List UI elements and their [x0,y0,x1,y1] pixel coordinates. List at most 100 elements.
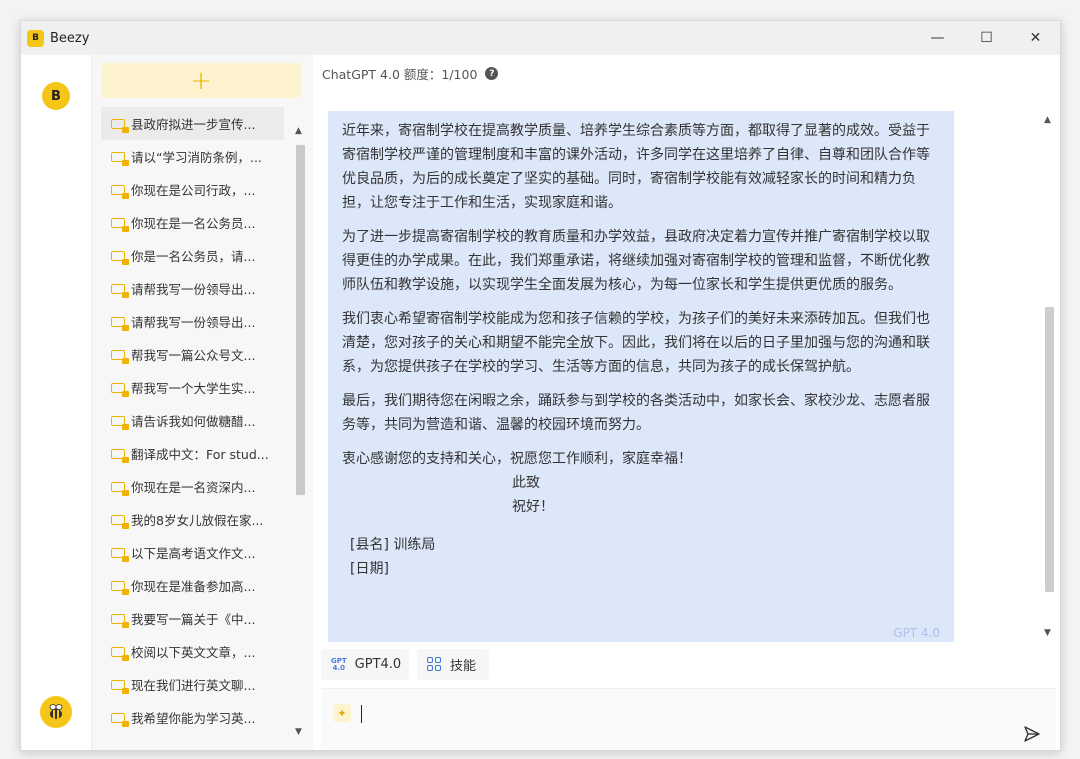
model-tag: GPT 4.0 [893,626,940,640]
send-icon[interactable] [1023,725,1041,743]
left-rail: B [21,55,91,750]
magic-wand-icon[interactable]: ✦ [333,704,351,722]
message-scrollbar[interactable]: ▲ ▼ [1042,111,1056,642]
conversation-title: 翻译成中文：For stud... [131,447,269,462]
gpt-model-icon: GPT 4.0 [331,657,347,672]
maximize-button[interactable]: ☐ [962,21,1011,55]
conversation-item[interactable]: 请帮我写一份领导出... [101,272,284,305]
conversation-item[interactable]: 你是一名公务员，请... [101,239,284,272]
message-paragraph: 我们衷心希望寄宿制学校能成为您和孩子信赖的学校，为孩子们的美好未来添砖加瓦。但我… [342,311,930,375]
new-chat-button[interactable]: + [101,63,301,98]
conversation-item[interactable]: 你现在是准备参加高... [101,569,284,602]
app-logo-icon: B [27,29,44,47]
conversation-item[interactable]: 我要写一篇关于《中... [101,602,284,635]
conversation-title: 县政府拟进一步宣传... [131,117,256,132]
message-input[interactable]: ✦ [321,688,1056,750]
help-icon[interactable]: ? [485,67,499,80]
app-title: Beezy [50,30,90,46]
chat-bubble-icon [111,679,129,694]
conversation-title: 帮我写一篇公众号文... [131,348,256,363]
chat-bubble-icon [111,514,129,529]
chat-bubble-icon [111,118,129,133]
chat-bubble-icon [111,349,129,364]
scroll-up-arrow-icon[interactable]: ▲ [1044,115,1051,125]
message-paragraph: 为了进一步提高寄宿制学校的教育质量和办学效益，县政府决定着力宣传并推广寄宿制学校… [342,229,930,293]
grid-icon [427,657,442,672]
rail-logo-text: B [51,88,61,104]
assistant-message: 近年来，寄宿制学校在提高教学质量、培养学生综合素质等方面，都取得了显著的成效。受… [328,111,954,642]
conversation-title: 你是一名公务员，请... [131,249,256,264]
conversation-item[interactable]: 你现在是一名资深内... [101,470,284,503]
conversation-sidebar: + 县政府拟进一步宣传... 请以“学习消防条例，... 你现在是公司行政，..… [91,55,314,750]
chat-bubble-icon [111,316,129,331]
chat-bubble-icon [111,250,129,265]
message-paragraph: 最后，我们期待您在闲暇之余，踊跃参与到学校的各类活动中，如家长会、家校沙龙、志愿… [342,393,930,433]
chat-bubble-icon [111,415,129,430]
conversation-item[interactable]: 我希望你能为学习英... [101,701,284,734]
chat-bubble-icon [111,382,129,397]
chat-main: ChatGPT 4.0 额度：1/100 ? 近年来，寄宿制学校在提高教学质量、… [313,55,1060,750]
close-button[interactable]: ✕ [1011,21,1060,55]
conversation-item[interactable]: 县政府拟进一步宣传... [101,107,284,140]
window-controls: — ☐ ✕ [913,21,1060,55]
conversation-item[interactable]: 我的8岁女儿放假在家... [101,503,284,536]
chat-bubble-icon [111,547,129,562]
quota-bar: ChatGPT 4.0 额度：1/100 ? [322,64,499,83]
conversation-item[interactable]: 翻译成中文：For stud... [101,437,284,470]
sidebar-scroll-thumb[interactable] [296,145,305,495]
conversation-item[interactable]: 现在我们进行英文聊... [101,668,284,701]
conversation-title: 请告诉我如何做糖醋... [131,414,256,429]
app-window: B Beezy — ☐ ✕ B + 县政府拟进一步宣传... 请以“学习消防条例… [20,20,1061,751]
closing-line: 祝好！ [512,499,554,515]
app-logo-text: B [32,33,39,43]
message-scroll-thumb[interactable] [1045,307,1054,592]
scroll-down-arrow-icon[interactable]: ▼ [1044,628,1051,638]
conversation-title: 以下是高考语文作文... [131,546,256,561]
conversation-item[interactable]: 帮我写一篇公众号文... [101,338,284,371]
chat-bubble-icon [111,448,129,463]
conversation-title: 你现在是公司行政，... [131,183,256,198]
title-bar: B Beezy — ☐ ✕ [21,21,1060,55]
conversation-title: 请帮我写一份领导出... [131,282,256,297]
conversation-item[interactable]: 请以“学习消防条例，... [101,140,284,173]
conversation-title: 你现在是准备参加高... [131,579,256,594]
sidebar-scrollbar[interactable]: ▲ ▼ [293,122,307,741]
model-select-button[interactable]: GPT 4.0 GPT4.0 [321,649,409,680]
model-select-label: GPT4.0 [354,657,402,672]
quota-text: ChatGPT 4.0 额度：1/100 [322,67,478,82]
conversation-item[interactable]: 以下是高考语文作文... [101,536,284,569]
conversation-item[interactable]: 帮我写一个大学生实... [101,371,284,404]
conversation-title: 我要写一篇关于《中... [131,612,256,627]
signature-line: [日期] [350,561,389,577]
chat-bubble-icon [111,646,129,661]
conversation-title: 你现在是一名公务员... [131,216,256,231]
chat-bubble-icon [111,580,129,595]
chat-bubble-icon [111,613,129,628]
scroll-down-arrow-icon[interactable]: ▼ [295,727,302,737]
conversation-title: 请帮我写一份领导出... [131,315,256,330]
message-paragraph: 衷心感谢您的支持和关心，祝愿您工作顺利，家庭幸福！ [342,451,692,467]
conversation-title: 帮我写一个大学生实... [131,381,256,396]
message-paragraph: 近年来，寄宿制学校在提高教学质量、培养学生综合素质等方面，都取得了显著的成效。受… [342,123,930,211]
skills-label: 技能 [450,659,477,674]
conversation-title: 现在我们进行英文聊... [131,678,256,693]
scroll-up-arrow-icon[interactable]: ▲ [295,126,302,136]
chat-bubble-icon [111,712,129,727]
text-caret [361,705,362,723]
signature-line: [县名] 训练局 [350,537,436,553]
beezy-home-icon[interactable]: B [42,82,70,110]
chat-bubble-icon [111,151,129,166]
conversation-item[interactable]: 你现在是一名公务员... [101,206,284,239]
conversation-item[interactable]: 校阅以下英文文章，... [101,635,284,668]
conversation-item[interactable]: 你现在是公司行政，... [101,173,284,206]
conversation-item[interactable]: 请告诉我如何做糖醋... [101,404,284,437]
gpt-icon-bottom: 4.0 [332,663,346,672]
conversation-title: 我的8岁女儿放假在家... [131,513,264,528]
minimize-button[interactable]: — [913,21,962,55]
conversation-title: 你现在是一名资深内... [131,480,256,495]
skills-button[interactable]: 技能 [417,649,489,680]
chat-bubble-icon [111,217,129,232]
conversation-item[interactable]: 请帮我写一份领导出... [101,305,284,338]
conversation-title: 我希望你能为学习英... [131,711,256,726]
bee-avatar-icon[interactable] [40,696,72,728]
